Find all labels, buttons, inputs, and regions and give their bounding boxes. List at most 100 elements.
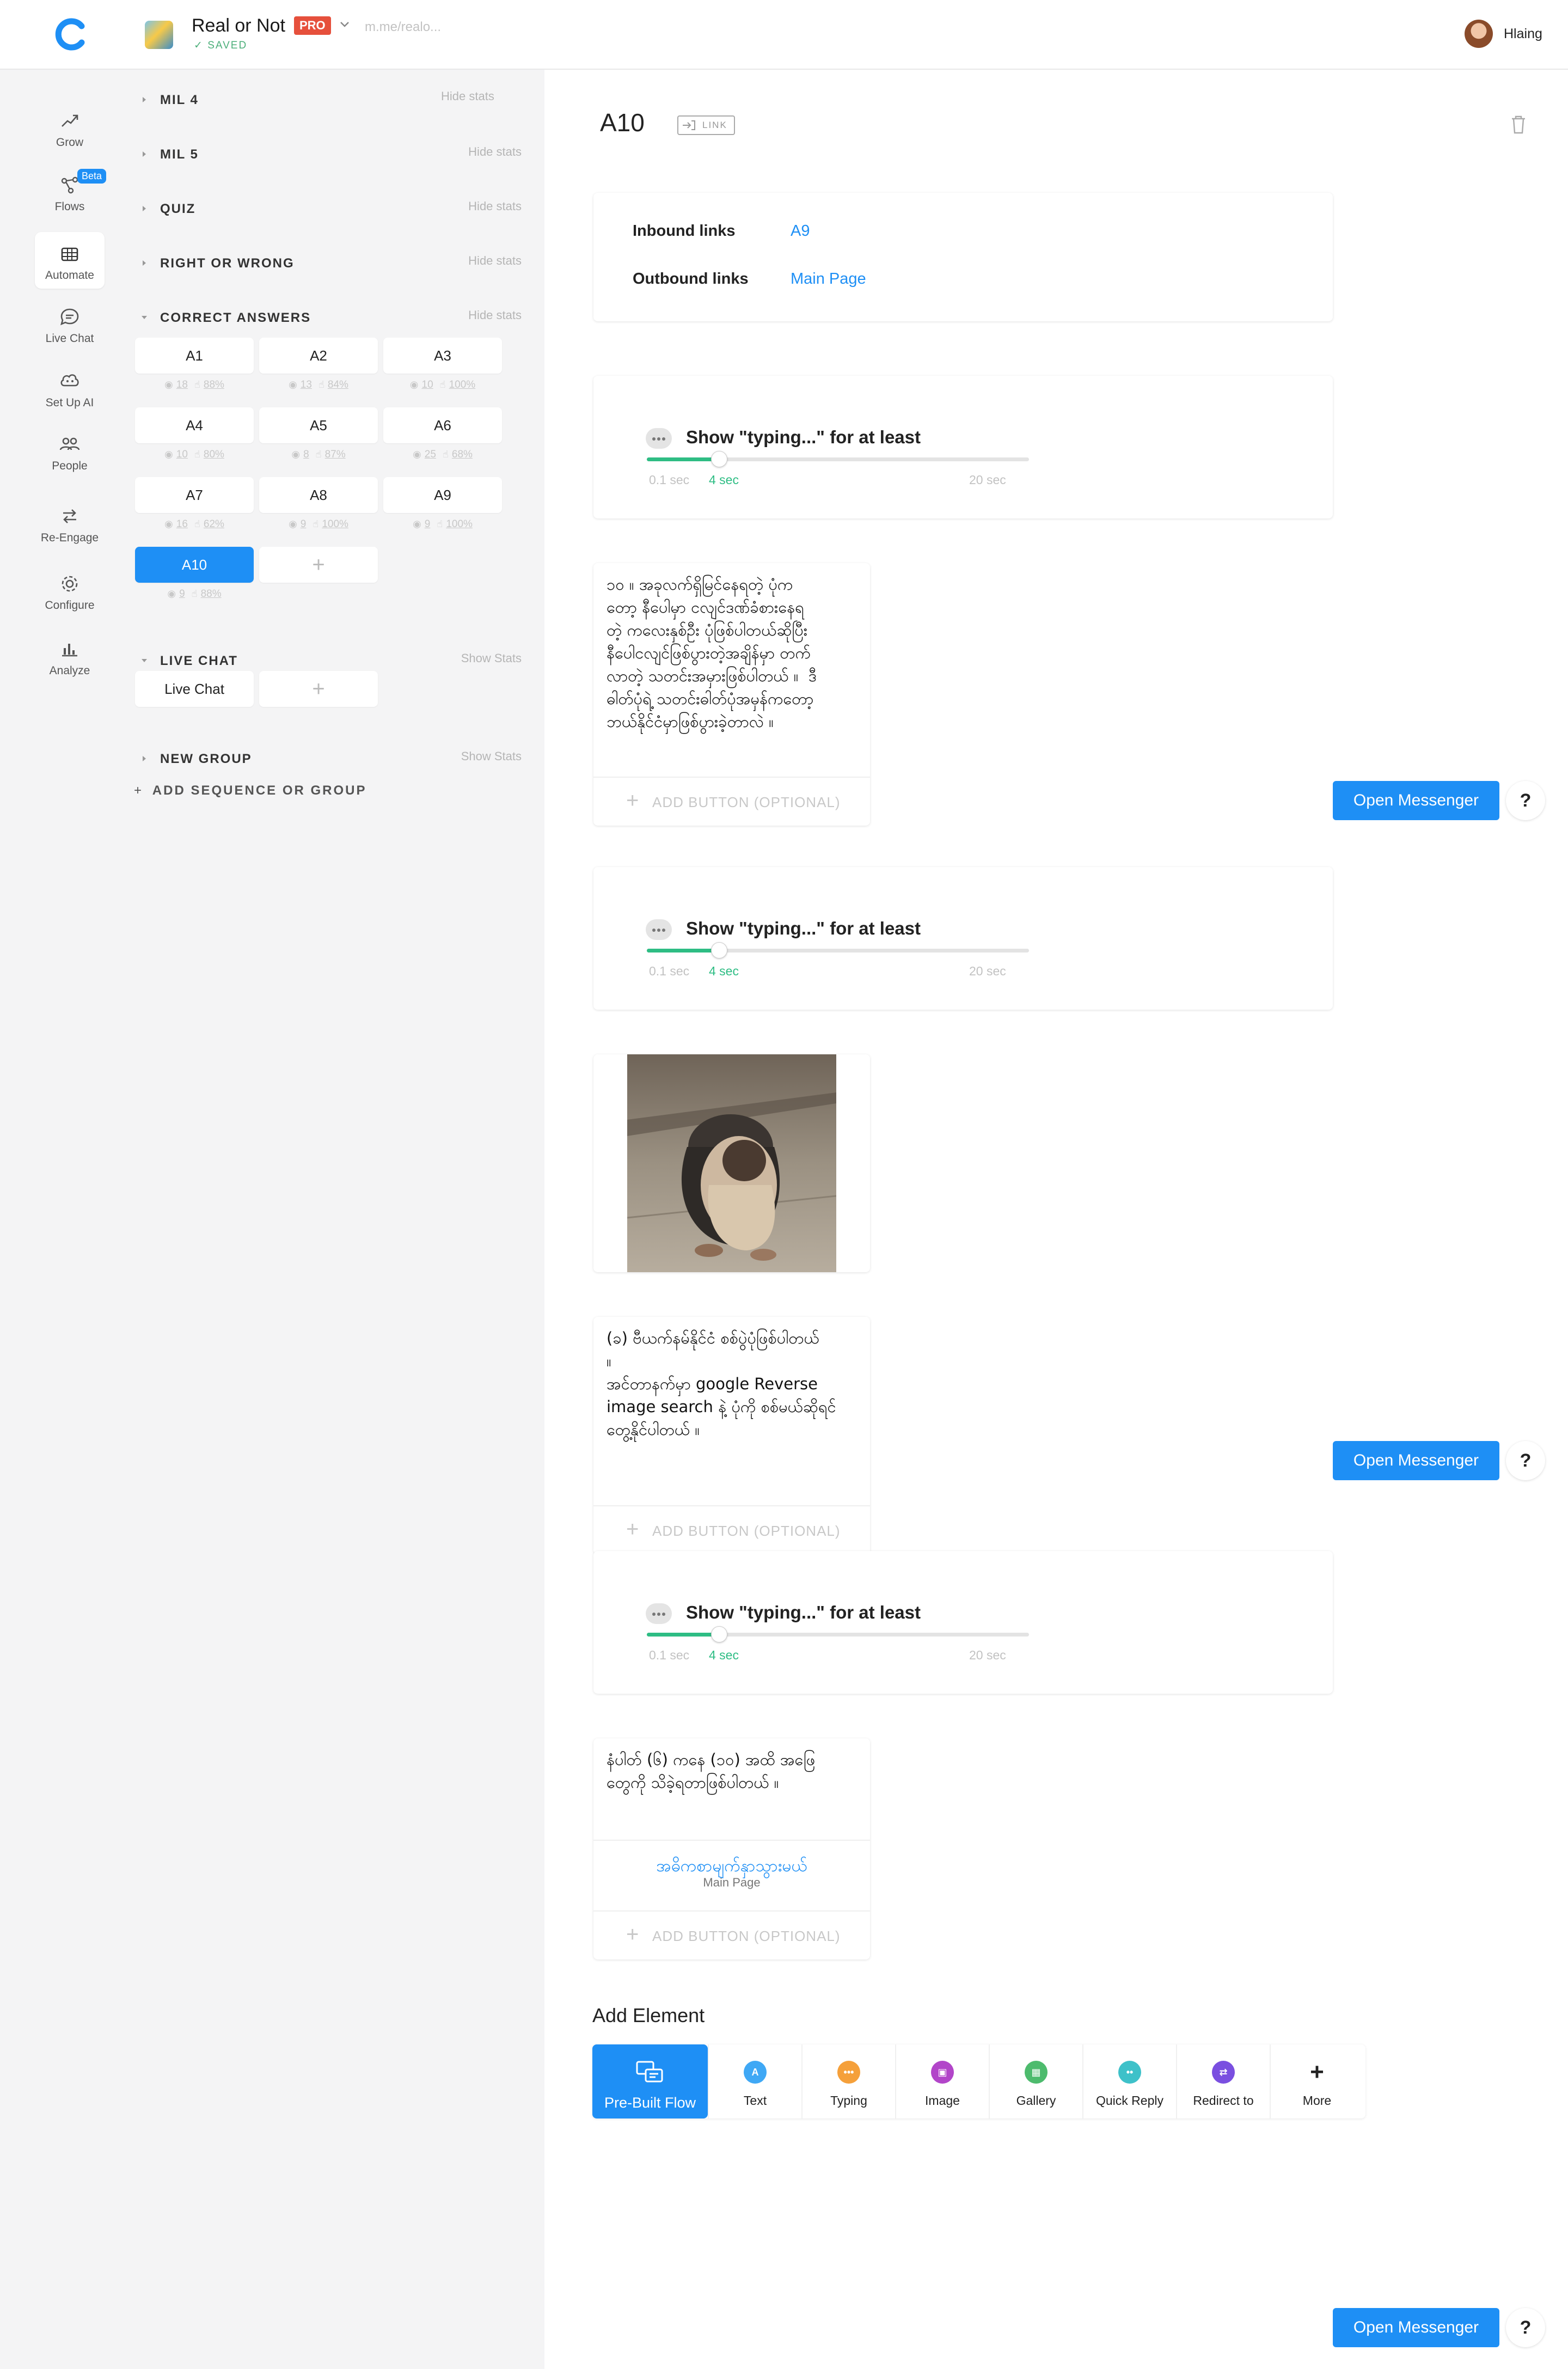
- tool-quick-reply[interactable]: •• Quick Reply: [1082, 2044, 1175, 2118]
- open-messenger-button[interactable]: Open Messenger: [1333, 1441, 1499, 1480]
- slider-handle[interactable]: [711, 451, 728, 467]
- bot-url[interactable]: m.me/realo...: [365, 20, 441, 35]
- sequence-tile[interactable]: A1: [135, 338, 254, 374]
- sequence-tile[interactable]: A4: [135, 407, 254, 443]
- sequence-tile[interactable]: A7: [135, 477, 254, 513]
- nav-label: Flows: [54, 200, 85, 213]
- message-text[interactable]: ၁၀ ။ အခုလက်ရှိမြင်နေရတဲ့ ပုံက တော့ နီပေါ…: [607, 573, 862, 733]
- sequence-tile[interactable]: A6: [383, 407, 502, 443]
- nav-label: Re-Engage: [40, 532, 99, 544]
- add-button[interactable]: + ADD BUTTON (OPTIONAL): [593, 1910, 870, 1959]
- live-chat-tile[interactable]: Live Chat: [135, 671, 254, 707]
- image-card: [593, 1054, 870, 1272]
- message-text[interactable]: နံပါတ် (၆) ကနေ (၁၀) အထိ အဖြေ တွေကို သိခဲ…: [607, 1748, 862, 1794]
- add-message-button[interactable]: +: [259, 671, 378, 707]
- tile-views: 16: [176, 518, 188, 530]
- sequence-tile[interactable]: A2: [259, 338, 378, 374]
- add-button[interactable]: + ADD BUTTON (OPTIONAL): [593, 777, 870, 826]
- add-message-button[interactable]: +: [259, 547, 378, 583]
- re-engage-icon: [63, 509, 76, 523]
- stats-toggle[interactable]: Hide stats: [468, 145, 522, 159]
- app-logo[interactable]: [53, 16, 89, 52]
- inbound-link-a9[interactable]: A9: [791, 222, 810, 240]
- gallery-icon: ▦: [1025, 2061, 1048, 2084]
- tool-plus[interactable]: + More: [1270, 2044, 1362, 2118]
- typing-duration-slider[interactable]: [647, 451, 1029, 467]
- typing-duration-slider[interactable]: [647, 1626, 1029, 1643]
- sequence-tile[interactable]: A3: [383, 338, 502, 374]
- typing-icon: •••: [837, 2061, 860, 2084]
- tool-text[interactable]: A Text: [708, 2044, 800, 2118]
- nav-item-live-chat[interactable]: Live Chat: [35, 295, 105, 352]
- button-target: Main Page: [703, 1876, 761, 1889]
- sequence-tile[interactable]: A9: [383, 477, 502, 513]
- group-new-group[interactable]: NEW GROUP Show Stats: [140, 749, 522, 771]
- plus-icon: +: [134, 783, 144, 798]
- stats-toggle[interactable]: Hide stats: [441, 89, 494, 103]
- click-icon: ☝: [439, 379, 446, 390]
- tile-clicks: 100%: [322, 518, 348, 530]
- open-messenger-button[interactable]: Open Messenger: [1333, 781, 1499, 820]
- nav-item-people[interactable]: People: [35, 423, 105, 479]
- save-status-label: SAVED: [207, 40, 248, 51]
- help-button[interactable]: ?: [1506, 781, 1545, 820]
- nav-item-flows[interactable]: Beta Flows: [35, 163, 107, 220]
- bot-name[interactable]: Real or Not: [192, 15, 285, 36]
- message-text[interactable]: (ခ) ဗီယက်နမ်နိုင်ငံ စစ်ပွဲပုံဖြစ်ပါတယ် ။…: [607, 1327, 862, 1441]
- tile-views: 18: [176, 379, 188, 390]
- help-button[interactable]: ?: [1506, 1441, 1545, 1480]
- sequence-tile[interactable]: A8: [259, 477, 378, 513]
- add-button[interactable]: + ADD BUTTON (OPTIONAL): [593, 1505, 870, 1554]
- tool-gallery[interactable]: ▦ Gallery: [989, 2044, 1081, 2118]
- tool-redirect[interactable]: ⇄ Redirect to: [1176, 2044, 1269, 2118]
- stats-toggle[interactable]: Show Stats: [461, 651, 522, 665]
- nav-item-configure[interactable]: Configure: [35, 562, 105, 619]
- slider-min-label: 0.1 sec: [649, 964, 690, 978]
- nav-item-set-up-ai[interactable]: Set Up AI: [35, 359, 105, 416]
- chevron-down-icon[interactable]: [338, 17, 352, 32]
- slider-handle[interactable]: [711, 1626, 728, 1643]
- group-right-or-wrong[interactable]: RIGHT OR WRONG Hide stats: [140, 254, 522, 276]
- group-mil-5[interactable]: MIL 5 Hide stats: [140, 145, 522, 167]
- click-icon: ☝: [318, 379, 324, 390]
- slider-handle[interactable]: [711, 942, 728, 958]
- stats-toggle[interactable]: Hide stats: [468, 199, 522, 213]
- tile-views: 25: [424, 449, 436, 460]
- nav-item-grow[interactable]: Grow: [35, 99, 105, 156]
- stats-toggle[interactable]: Hide stats: [468, 254, 522, 268]
- pre-built-flow-button[interactable]: Pre-Built Flow: [592, 2044, 708, 2118]
- link-button[interactable]: LINK: [677, 115, 735, 135]
- group-live-chat[interactable]: LIVE CHAT Show Stats: [140, 651, 522, 673]
- tool-typing[interactable]: ••• Typing: [801, 2044, 894, 2118]
- add-sequence-or-group-button[interactable]: + ADD SEQUENCE OR GROUP: [134, 783, 367, 798]
- outbound-link-main-page[interactable]: Main Page: [791, 270, 866, 288]
- nav-label: Automate: [45, 269, 94, 282]
- stats-toggle[interactable]: Hide stats: [468, 308, 522, 322]
- sequence-tile[interactable]: A10: [135, 547, 254, 583]
- bot-avatar[interactable]: [145, 21, 173, 49]
- message-editor: A10 LINK Inbound links A9 Outbound links…: [544, 70, 1568, 2369]
- tile-clicks: 100%: [449, 379, 476, 390]
- stats-toggle[interactable]: Show Stats: [461, 749, 522, 764]
- open-messenger-button[interactable]: Open Messenger: [1333, 2308, 1499, 2347]
- nav-item-analyze[interactable]: Analyze: [35, 627, 105, 684]
- group-quiz[interactable]: QUIZ Hide stats: [140, 199, 522, 221]
- trash-icon[interactable]: [1510, 114, 1527, 135]
- message-button-main-page[interactable]: အဓိကစာမျက်နှာသွားမယ် Main Page: [593, 1840, 870, 1910]
- user-avatar[interactable]: [1465, 20, 1493, 48]
- text-message-card: နံပါတ် (၆) ကနေ (၁၀) အထိ အဖြေ တွေကို သိခဲ…: [593, 1738, 870, 1959]
- typing-duration-slider[interactable]: [647, 942, 1029, 958]
- help-button[interactable]: ?: [1506, 2308, 1545, 2347]
- message-title[interactable]: A10: [600, 108, 645, 137]
- user-name[interactable]: Hlaing: [1504, 26, 1542, 42]
- tile-views: 9: [424, 518, 431, 530]
- tool-image[interactable]: ▣ Image: [895, 2044, 988, 2118]
- group-title: RIGHT OR WRONG: [160, 256, 295, 271]
- tool-label: More: [1302, 2093, 1332, 2108]
- sequence-tile[interactable]: A5: [259, 407, 378, 443]
- slider-min-label: 0.1 sec: [649, 1648, 690, 1662]
- nav-item-automate[interactable]: Automate: [35, 232, 105, 289]
- group-correct-answers[interactable]: CORRECT ANSWERS Hide stats: [140, 308, 522, 330]
- message-photo[interactable]: [627, 1054, 836, 1272]
- nav-item-re-engage[interactable]: Re-Engage: [35, 494, 105, 551]
